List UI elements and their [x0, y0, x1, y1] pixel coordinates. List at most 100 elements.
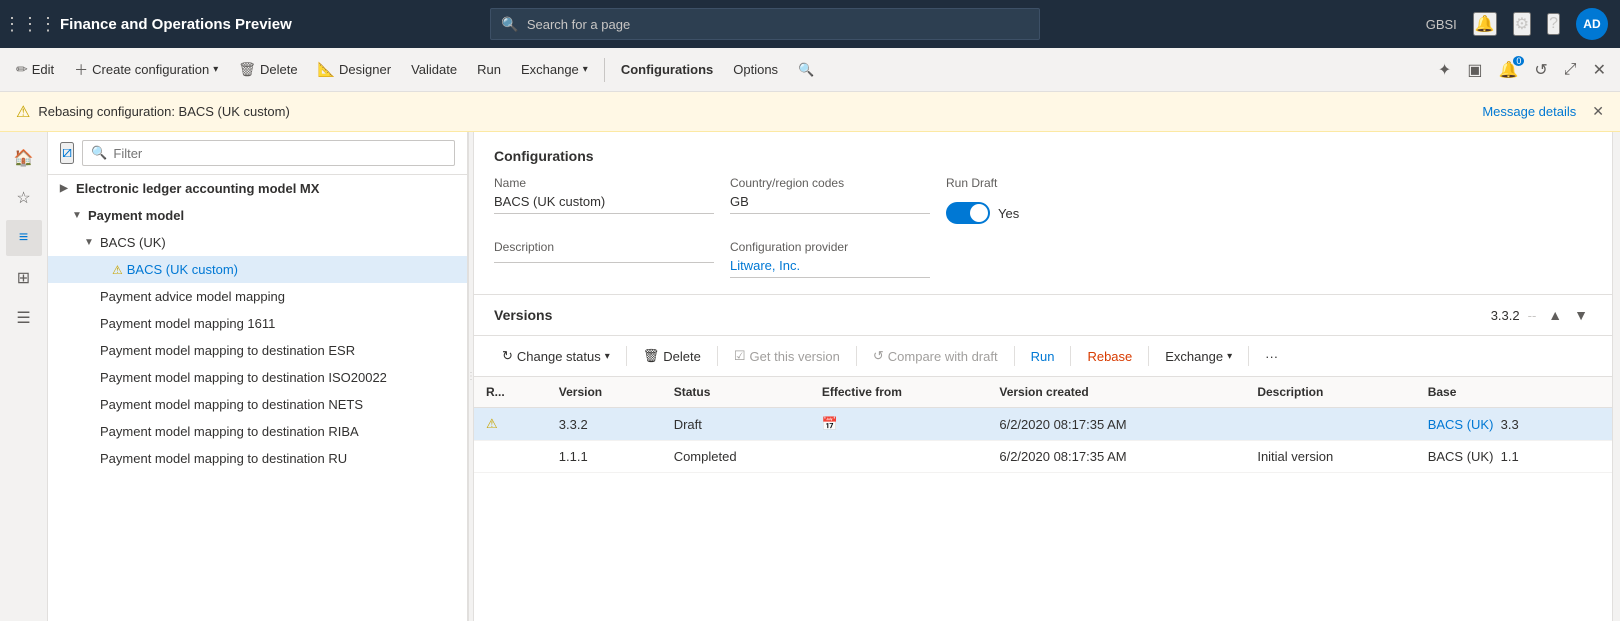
expand-icon[interactable]: ⤢	[1558, 57, 1583, 83]
chevron-down-icon: ▾	[213, 64, 218, 75]
configurations-section: Configurations Name BACS (UK custom) Cou…	[474, 132, 1612, 295]
name-label: Name	[494, 176, 714, 190]
tree-item-bacs-uk[interactable]: ▼ BACS (UK)	[48, 229, 467, 256]
row-1-version-created: 6/2/2020 08:17:35 AM	[987, 408, 1245, 441]
run-button[interactable]: Run	[469, 54, 509, 86]
tree-item-mapping-ru[interactable]: Payment model mapping to destination RU	[48, 445, 467, 472]
status-icon: ↻	[502, 348, 513, 364]
run-draft-toggle[interactable]	[946, 202, 990, 224]
user-avatar[interactable]: AD	[1576, 8, 1608, 40]
grid-icon[interactable]: ⊞	[6, 260, 42, 296]
filter-search-icon: 🔍	[91, 145, 107, 161]
filter-input-container[interactable]: 🔍	[82, 140, 455, 166]
star-icon[interactable]: ☆	[6, 180, 42, 216]
org-label: GBSI	[1426, 17, 1457, 32]
tree-item-payment-model-1611[interactable]: Payment model mapping 1611	[48, 310, 467, 337]
name-value: BACS (UK custom)	[494, 194, 714, 214]
tree-item-mapping-esr[interactable]: Payment model mapping to destination ESR	[48, 337, 467, 364]
tree-header: ⧄ 🔍	[48, 132, 467, 175]
edit-icon: ✏	[16, 61, 28, 78]
message-details-link[interactable]: Message details	[1482, 104, 1576, 119]
calendar-icon[interactable]: 📅	[822, 416, 838, 431]
edit-button[interactable]: ✏ Edit	[8, 54, 62, 86]
col-header-base[interactable]: Base	[1416, 377, 1612, 408]
options-tab[interactable]: Options	[725, 54, 786, 86]
vt-sep-6	[1148, 346, 1149, 366]
country-value: GB	[730, 194, 930, 214]
get-this-version-button[interactable]: ☑ Get this version	[726, 342, 848, 370]
list-icon[interactable]: ≡	[6, 220, 42, 256]
configurations-section-title: Configurations	[494, 148, 1592, 164]
tree-item-bacs-uk-custom[interactable]: ⚠ BACS (UK custom)	[48, 256, 467, 283]
versions-nav-down[interactable]: ▼	[1570, 305, 1592, 325]
exchange-button[interactable]: Exchange ▾	[513, 54, 596, 86]
menu-icon[interactable]: ☰	[6, 300, 42, 336]
top-nav: ⋮⋮⋮ Finance and Operations Preview 🔍 Sea…	[0, 0, 1620, 48]
versions-delete-button[interactable]: 🗑 Delete	[635, 342, 709, 370]
col-header-description[interactable]: Description	[1245, 377, 1415, 408]
base-link-1[interactable]: BACS (UK)	[1428, 417, 1494, 432]
tree-body: ▶ Electronic ledger accounting model MX …	[48, 175, 467, 621]
search-bar[interactable]: 🔍 Search for a page	[490, 8, 1040, 40]
tree-item-mapping-riba[interactable]: Payment model mapping to destination RIB…	[48, 418, 467, 445]
warning-tree-icon: ⚠	[112, 263, 123, 277]
tree-panel: ⧄ 🔍 ▶ Electronic ledger accounting model…	[48, 132, 468, 621]
search-toolbar-icon[interactable]: 🔍	[790, 54, 822, 86]
table-row[interactable]: ⚠ 3.3.2 Draft 📅 6/2/2020 08:17:35 AM BAC…	[474, 408, 1612, 441]
tree-item-mapping-iso[interactable]: Payment model mapping to destination ISO…	[48, 364, 467, 391]
detail-panel: Configurations Name BACS (UK custom) Cou…	[474, 132, 1612, 621]
notification-blue-icon[interactable]: 🔔0	[1492, 56, 1524, 84]
view-icon[interactable]: ▣	[1461, 56, 1488, 84]
filter-text-input[interactable]	[113, 146, 446, 161]
row-1-description	[1245, 408, 1415, 441]
filter-icon[interactable]: ⧄	[60, 142, 74, 164]
col-header-version-created[interactable]: Version created	[987, 377, 1245, 408]
config-provider-value[interactable]: Litware, Inc.	[730, 258, 930, 278]
col-header-effective-from[interactable]: Effective from	[810, 377, 987, 408]
plus-icon: ＋	[74, 60, 88, 80]
country-label: Country/region codes	[730, 176, 930, 190]
side-nav-icons: 🏠 ☆ ≡ ⊞ ☰	[0, 132, 48, 621]
vt-sep-3	[856, 346, 857, 366]
field-grid: Name BACS (UK custom) Country/region cod…	[494, 176, 1592, 278]
row-1-version: 3.3.2	[547, 408, 662, 441]
more-options-button[interactable]: ···	[1257, 342, 1286, 370]
designer-button[interactable]: 📐 Designer	[310, 54, 399, 86]
row-2-status: Completed	[662, 441, 810, 473]
notifications-icon[interactable]: 🔔	[1473, 12, 1497, 36]
versions-run-button[interactable]: Run	[1023, 342, 1063, 370]
rebase-button[interactable]: Rebase	[1079, 342, 1140, 370]
validate-button[interactable]: Validate	[403, 54, 465, 86]
designer-icon: 📐	[318, 61, 335, 78]
search-icon: 🔍	[501, 16, 518, 33]
home-icon[interactable]: 🏠	[6, 140, 42, 176]
tree-item-payment-model[interactable]: ▼ Payment model	[48, 202, 467, 229]
tree-item-payment-advice[interactable]: Payment advice model mapping	[48, 283, 467, 310]
config-provider-label: Configuration provider	[730, 240, 930, 254]
toolbar-separator-1	[604, 58, 605, 82]
tree-item-electronic-ledger[interactable]: ▶ Electronic ledger accounting model MX	[48, 175, 467, 202]
create-config-button[interactable]: ＋ Create configuration ▾	[66, 54, 226, 86]
sparkle-icon[interactable]: ✦	[1432, 56, 1457, 84]
exchange-chevron-icon: ▾	[1227, 351, 1232, 362]
change-status-button[interactable]: ↻ Change status ▾	[494, 342, 618, 370]
main-toolbar: ✏ Edit ＋ Create configuration ▾ 🗑 Delete…	[0, 48, 1620, 92]
refresh-icon[interactable]: ↺	[1528, 56, 1553, 84]
close-icon-toolbar[interactable]: ✕	[1587, 56, 1612, 84]
delete-button[interactable]: 🗑 Delete	[230, 54, 305, 86]
compare-with-draft-button[interactable]: ↺ Compare with draft	[865, 342, 1006, 370]
col-header-version[interactable]: Version	[547, 377, 662, 408]
versions-nav-up[interactable]: ▲	[1544, 305, 1566, 325]
app-grid-icon[interactable]: ⋮⋮⋮	[12, 6, 48, 42]
expanded-icon: ▼	[72, 210, 84, 221]
versions-exchange-button[interactable]: Exchange ▾	[1157, 342, 1240, 370]
banner-close-button[interactable]: ✕	[1592, 103, 1604, 120]
versions-data-table: R... Version Status Effective from Versi…	[474, 377, 1612, 473]
settings-icon[interactable]: ⚙	[1513, 12, 1531, 36]
right-scrollbar[interactable]	[1612, 132, 1620, 621]
table-row[interactable]: 1.1.1 Completed 6/2/2020 08:17:35 AM Ini…	[474, 441, 1612, 473]
help-icon[interactable]: ?	[1547, 13, 1560, 35]
configurations-tab[interactable]: Configurations	[613, 54, 721, 86]
tree-item-mapping-nets[interactable]: Payment model mapping to destination NET…	[48, 391, 467, 418]
col-header-status[interactable]: Status	[662, 377, 810, 408]
